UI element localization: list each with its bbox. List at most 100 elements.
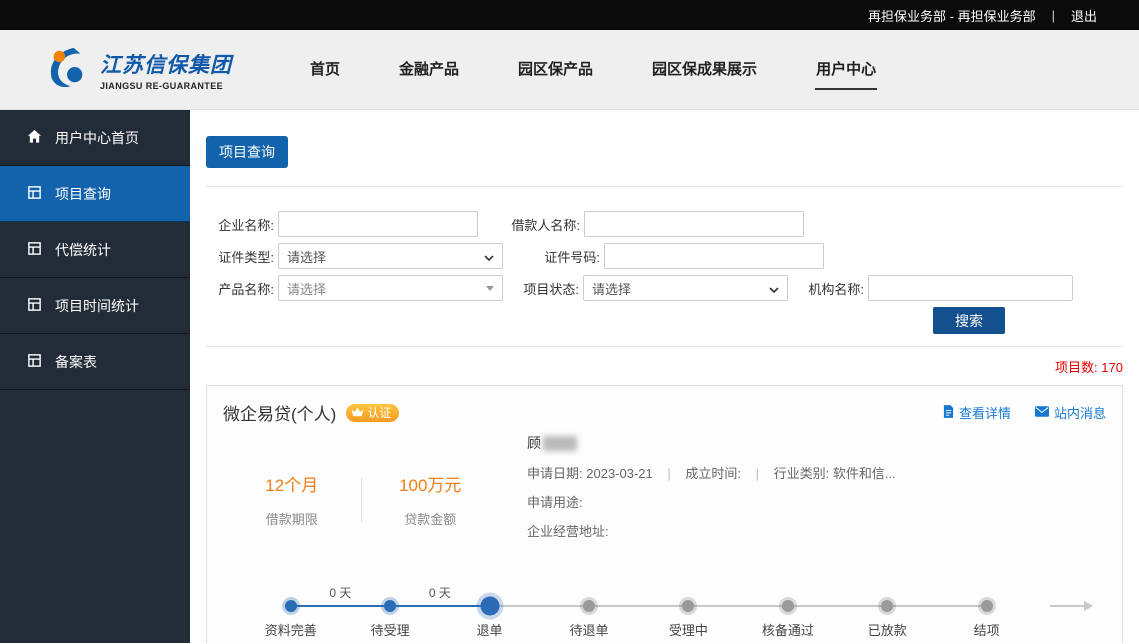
timeline-step-returned: 0 天 退单 2023-03-21 [440,582,539,643]
timeline-node[interactable] [384,600,396,612]
detail-line-dates: 申请日期: 2023-03-21 | 成立时间: | 行业类别: 软件和信... [527,463,896,482]
project-status-value: 请选择 [592,279,631,298]
search-button[interactable]: 搜索 [933,307,1005,334]
home-icon [27,129,42,147]
detail-document-icon [943,405,954,421]
step-label: 待受理 [340,620,439,639]
chevron-down-icon [484,249,494,264]
status-timeline: 资料完善 2023-03-21 0 天 待受理 2023-03-21 0 天 退… [223,582,1106,643]
step-label: 资料完善 [241,620,340,639]
step-label: 已放款 [838,620,937,639]
document-icon [27,185,42,203]
timeline-node[interactable] [583,600,595,612]
nav-item-home[interactable]: 首页 [309,49,341,90]
project-count-label: 项目数: [1055,360,1098,375]
product-name-value: 请选择 [287,279,326,298]
company-logo[interactable]: 江苏信保集团 JIANGSU RE-GUARANTEE [45,46,283,93]
department-menu[interactable]: 再担保业务部 - 再担保业务部 [868,6,1036,25]
site-message-link[interactable]: 站内消息 [1035,403,1106,422]
logo-text: 江苏信保集团 JIANGSU RE-GUARANTEE [100,49,232,91]
project-status-select[interactable]: 请选择 [583,275,788,301]
org-name-input[interactable] [868,275,1073,301]
timeline-node[interactable] [285,600,297,612]
timeline-arrow-icon [1036,582,1106,643]
top-bar: 再担保业务部 - 再担保业务部 | 退出 [0,0,1139,30]
sidebar-item-compensation-stats[interactable]: 代偿统计 [0,222,190,278]
sidebar-item-label: 项目时间统计 [55,296,139,316]
customer-name-row: 顾 [527,433,896,453]
timeline-node-current[interactable] [480,597,499,616]
certified-badge: 认证 [346,404,399,422]
logout-link[interactable]: 退出 [1071,6,1097,25]
view-detail-label: 查看详情 [959,403,1011,422]
logo-mark-icon [45,46,91,93]
loan-stats: 12个月 借款期限 100万元 贷款金额 [223,433,499,550]
step-label: 受理中 [639,620,738,639]
timeline-step-disbursed: 已放款 [838,582,937,643]
timeline-node[interactable] [782,600,794,612]
view-detail-link[interactable]: 查看详情 [943,403,1011,422]
establish-date-label: 成立时间: [685,466,741,481]
sidebar: 用户中心首页 项目查询 代偿统计 项目时间统计 备案表 [0,110,190,643]
step-label: 退单 [440,620,539,639]
chevron-down-icon [769,281,779,296]
project-status-label: 项目状态: [511,279,579,298]
cert-type-select[interactable]: 请选择 [278,243,503,269]
timeline-node[interactable] [682,600,694,612]
timeline-node[interactable] [981,600,993,612]
page-tag-project-query[interactable]: 项目查询 [206,136,288,168]
product-name-label: 产品名称: [206,279,274,298]
step-label: 结项 [937,620,1036,639]
cert-type-value: 请选择 [287,247,326,266]
sidebar-item-project-time-stats[interactable]: 项目时间统计 [0,278,190,334]
step-label: 待退单 [539,620,638,639]
timeline-node[interactable] [881,600,893,612]
customer-name: 顾 [527,433,541,453]
org-name-label: 机构名称: [796,279,864,298]
sidebar-item-label: 代偿统计 [55,240,111,260]
redacted-name-blur [543,436,577,451]
borrower-name-label: 借款人名称: [500,215,580,234]
industry-value: 软件和信... [833,466,896,481]
step-duration: 0 天 [329,584,351,601]
sidebar-item-project-query[interactable]: 项目查询 [0,166,190,222]
sidebar-item-label: 项目查询 [55,184,111,204]
timeline-step-data-complete: 资料完善 2023-03-21 [241,582,340,643]
document-icon [27,353,42,371]
company-name-label: 企业名称: [206,215,274,234]
loan-term-value: 12个月 [223,471,361,496]
borrower-name-input[interactable] [584,211,804,237]
project-count-value: 170 [1101,360,1123,375]
document-icon [27,241,42,259]
nav-item-park-products[interactable]: 园区保产品 [517,49,594,90]
sidebar-item-label: 备案表 [55,352,97,372]
product-name-select[interactable]: 请选择 [278,275,503,301]
detail-line-purpose: 申请用途: [527,492,896,511]
detail-line-address: 企业经营地址: [527,521,896,540]
main-content: 项目查询 企业名称: 借款人名称: 证件类型: 请选择 [190,110,1139,643]
timeline-step-pending-acceptance: 0 天 待受理 2023-03-21 [340,582,439,643]
field-separator: | [756,466,759,481]
nav-item-user-center[interactable]: 用户中心 [815,49,877,90]
timeline-step-closed: 结项 [937,582,1036,643]
nav-item-financial-products[interactable]: 金融产品 [398,49,460,90]
envelope-icon [1035,405,1049,420]
loan-term-stat: 12个月 借款期限 [223,471,361,528]
sidebar-item-record-form[interactable]: 备案表 [0,334,190,390]
site-message-label: 站内消息 [1054,403,1106,422]
main-nav: 首页 金融产品 园区保产品 园区保成果展示 用户中心 [309,49,877,90]
logo-subtitle: JIANGSU RE-GUARANTEE [100,81,232,91]
project-count: 项目数: 170 [206,357,1123,376]
cert-no-input[interactable] [604,243,824,269]
sidebar-item-user-center-home[interactable]: 用户中心首页 [0,110,190,166]
loan-amount-value: 100万元 [362,471,500,496]
product-title: 微企易贷(个人) [223,400,336,425]
divider [206,346,1123,347]
company-name-input[interactable] [278,211,478,237]
crown-icon [351,406,364,420]
divider [206,186,1123,187]
step-label: 核备通过 [738,620,837,639]
nav-item-park-results[interactable]: 园区保成果展示 [651,49,758,90]
header: 江苏信保集团 JIANGSU RE-GUARANTEE 首页 金融产品 园区保产… [0,30,1139,110]
cert-no-label: 证件号码: [520,247,600,266]
